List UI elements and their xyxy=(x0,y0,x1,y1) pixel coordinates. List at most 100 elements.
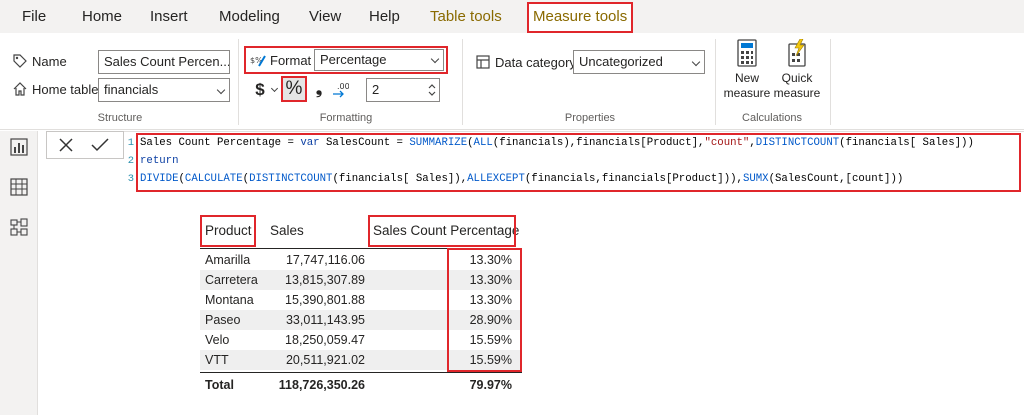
decimal-places-value: 2 xyxy=(372,82,380,97)
percent-button[interactable]: % xyxy=(281,76,307,102)
currency-dropdown[interactable] xyxy=(269,78,279,102)
menu-bar: File Home Insert Modeling View Help Tabl… xyxy=(0,0,1024,33)
cell-sales: 20,511,921.02 xyxy=(285,353,365,367)
total-sales: 118,726,350.26 xyxy=(278,378,365,392)
quick-measure-label-1: Quick xyxy=(781,71,813,85)
comma-style-button[interactable]: ❟ xyxy=(311,78,327,102)
code-keyword: return xyxy=(140,155,179,167)
tab-home[interactable]: Home xyxy=(82,0,122,33)
home-table-select[interactable]: financials xyxy=(98,78,230,102)
code-function: DIVIDE xyxy=(140,173,179,185)
chevron-down-icon xyxy=(691,57,701,67)
code-token: (financials,financials[Product])), xyxy=(524,173,743,185)
tab-table-tools[interactable]: Table tools xyxy=(430,0,502,33)
view-sidebar xyxy=(0,131,38,415)
format-select[interactable]: Percentage xyxy=(314,49,444,71)
ribbon-separator xyxy=(830,39,831,125)
comma-icon: ❟ xyxy=(315,81,323,98)
format-icon: $% xyxy=(250,55,266,67)
code-function: ALLEXCEPT xyxy=(467,173,525,185)
tab-modeling[interactable]: Modeling xyxy=(219,0,280,33)
data-category-icon xyxy=(476,55,490,69)
code-function: SUMX xyxy=(742,173,769,185)
quick-measure-icon xyxy=(788,38,806,67)
new-measure-label-1: New xyxy=(734,71,759,85)
column-header-product[interactable]: Product xyxy=(200,215,256,247)
ribbon: Name Sales Count Percen... Home table fi… xyxy=(0,33,1024,130)
report-view-icon[interactable] xyxy=(10,138,28,156)
ribbon-separator xyxy=(715,39,716,125)
code-token: Sales Count Percentage = xyxy=(140,137,301,149)
home-table-label-text: Home table xyxy=(32,81,99,97)
chevron-down-icon xyxy=(216,85,226,95)
code-token: (SalesCount,[count])) xyxy=(768,173,904,185)
new-measure-button[interactable]: New measure xyxy=(722,39,772,101)
cell-product: Velo xyxy=(205,333,230,347)
percentage-highlight-box xyxy=(447,248,522,372)
code-keyword: var xyxy=(300,137,320,149)
dollar-icon: $ xyxy=(255,80,265,99)
close-icon[interactable] xyxy=(58,137,74,153)
name-label-text: Name xyxy=(32,53,67,69)
calculations-group-label: Calculations xyxy=(742,112,802,124)
tab-view[interactable]: View xyxy=(309,0,341,33)
format-value: Percentage xyxy=(320,52,387,67)
cell-sales: 15,390,801.88 xyxy=(285,293,365,307)
home-table-label: Home table xyxy=(12,81,98,97)
tab-measure-tools[interactable]: Measure tools xyxy=(527,2,634,33)
column-header-sales-count-percentage[interactable]: Sales Count Percentage xyxy=(368,215,519,247)
data-category-select[interactable]: Uncategorized xyxy=(573,50,705,74)
cell-sales: 18,250,059.47 xyxy=(285,333,365,347)
formula-buttons xyxy=(46,131,124,159)
model-view-icon[interactable] xyxy=(10,218,28,236)
cell-product: Amarilla xyxy=(205,253,251,267)
column-header-sales[interactable]: Sales xyxy=(270,215,304,247)
new-measure-label-2: measure xyxy=(723,86,771,100)
tab-help[interactable]: Help xyxy=(369,0,400,33)
formatting-group-label: Formatting xyxy=(319,112,373,124)
decimal-places-input[interactable]: 2 xyxy=(366,78,440,102)
home-icon xyxy=(13,82,27,96)
formula-bar[interactable]: 1 2 3 Sales Count Percentage = var Sales… xyxy=(124,131,1024,193)
check-icon[interactable] xyxy=(91,137,109,153)
decimal-places-icon: .00 xyxy=(333,82,349,98)
svg-text:.00: .00 xyxy=(337,82,349,91)
home-table-value: financials xyxy=(104,82,159,97)
cell-product: VTT xyxy=(205,353,229,367)
formula-line-2: return xyxy=(140,155,178,167)
code-function: CALCULATE xyxy=(184,173,243,185)
percent-icon: % xyxy=(285,78,303,99)
quick-measure-button[interactable]: Quick measure xyxy=(772,38,822,101)
spinner-icon[interactable] xyxy=(428,82,436,98)
code-token: SalesCount = xyxy=(319,137,410,149)
format-label-text: Format xyxy=(270,52,312,68)
data-category-label-text: Data category xyxy=(495,54,576,70)
decimal-places-button[interactable]: .00 xyxy=(330,78,350,102)
total-divider xyxy=(200,372,522,373)
structure-group-label: Structure xyxy=(97,112,143,124)
cell-product: Paseo xyxy=(205,313,241,327)
tab-file[interactable]: File xyxy=(22,0,46,33)
measure-name-input[interactable]: Sales Count Percen... xyxy=(98,50,230,74)
cell-sales: 13,815,307.89 xyxy=(285,273,365,287)
code-token: (financials),financials[Product], xyxy=(492,137,705,149)
cell-product: Carretera xyxy=(205,273,258,287)
formula-line-1: Sales Count Percentage = var SalesCount … xyxy=(140,137,974,149)
data-category-value: Uncategorized xyxy=(579,54,663,69)
cell-sales: 33,011,143.95 xyxy=(285,313,365,327)
total-percentage: 79.97% xyxy=(469,378,512,392)
data-category-label: Data category xyxy=(475,54,576,70)
data-view-icon[interactable] xyxy=(10,178,28,196)
calculator-icon xyxy=(737,39,757,67)
line-number: 1 xyxy=(127,137,134,149)
currency-button[interactable]: $ xyxy=(252,78,268,102)
name-label: Name xyxy=(12,53,67,69)
total-label: Total xyxy=(205,378,234,392)
formula-line-3: DIVIDE(CALCULATE(DISTINCTCOUNT(financial… xyxy=(140,173,903,185)
total-row: Total 118,726,350.26 79.97% xyxy=(200,374,522,396)
code-function: DISTINCTCOUNT xyxy=(249,173,333,185)
code-token: (financials[ Sales]), xyxy=(332,173,468,185)
cell-product: Montana xyxy=(205,293,254,307)
tab-insert[interactable]: Insert xyxy=(150,0,188,33)
properties-group-label: Properties xyxy=(564,112,616,124)
